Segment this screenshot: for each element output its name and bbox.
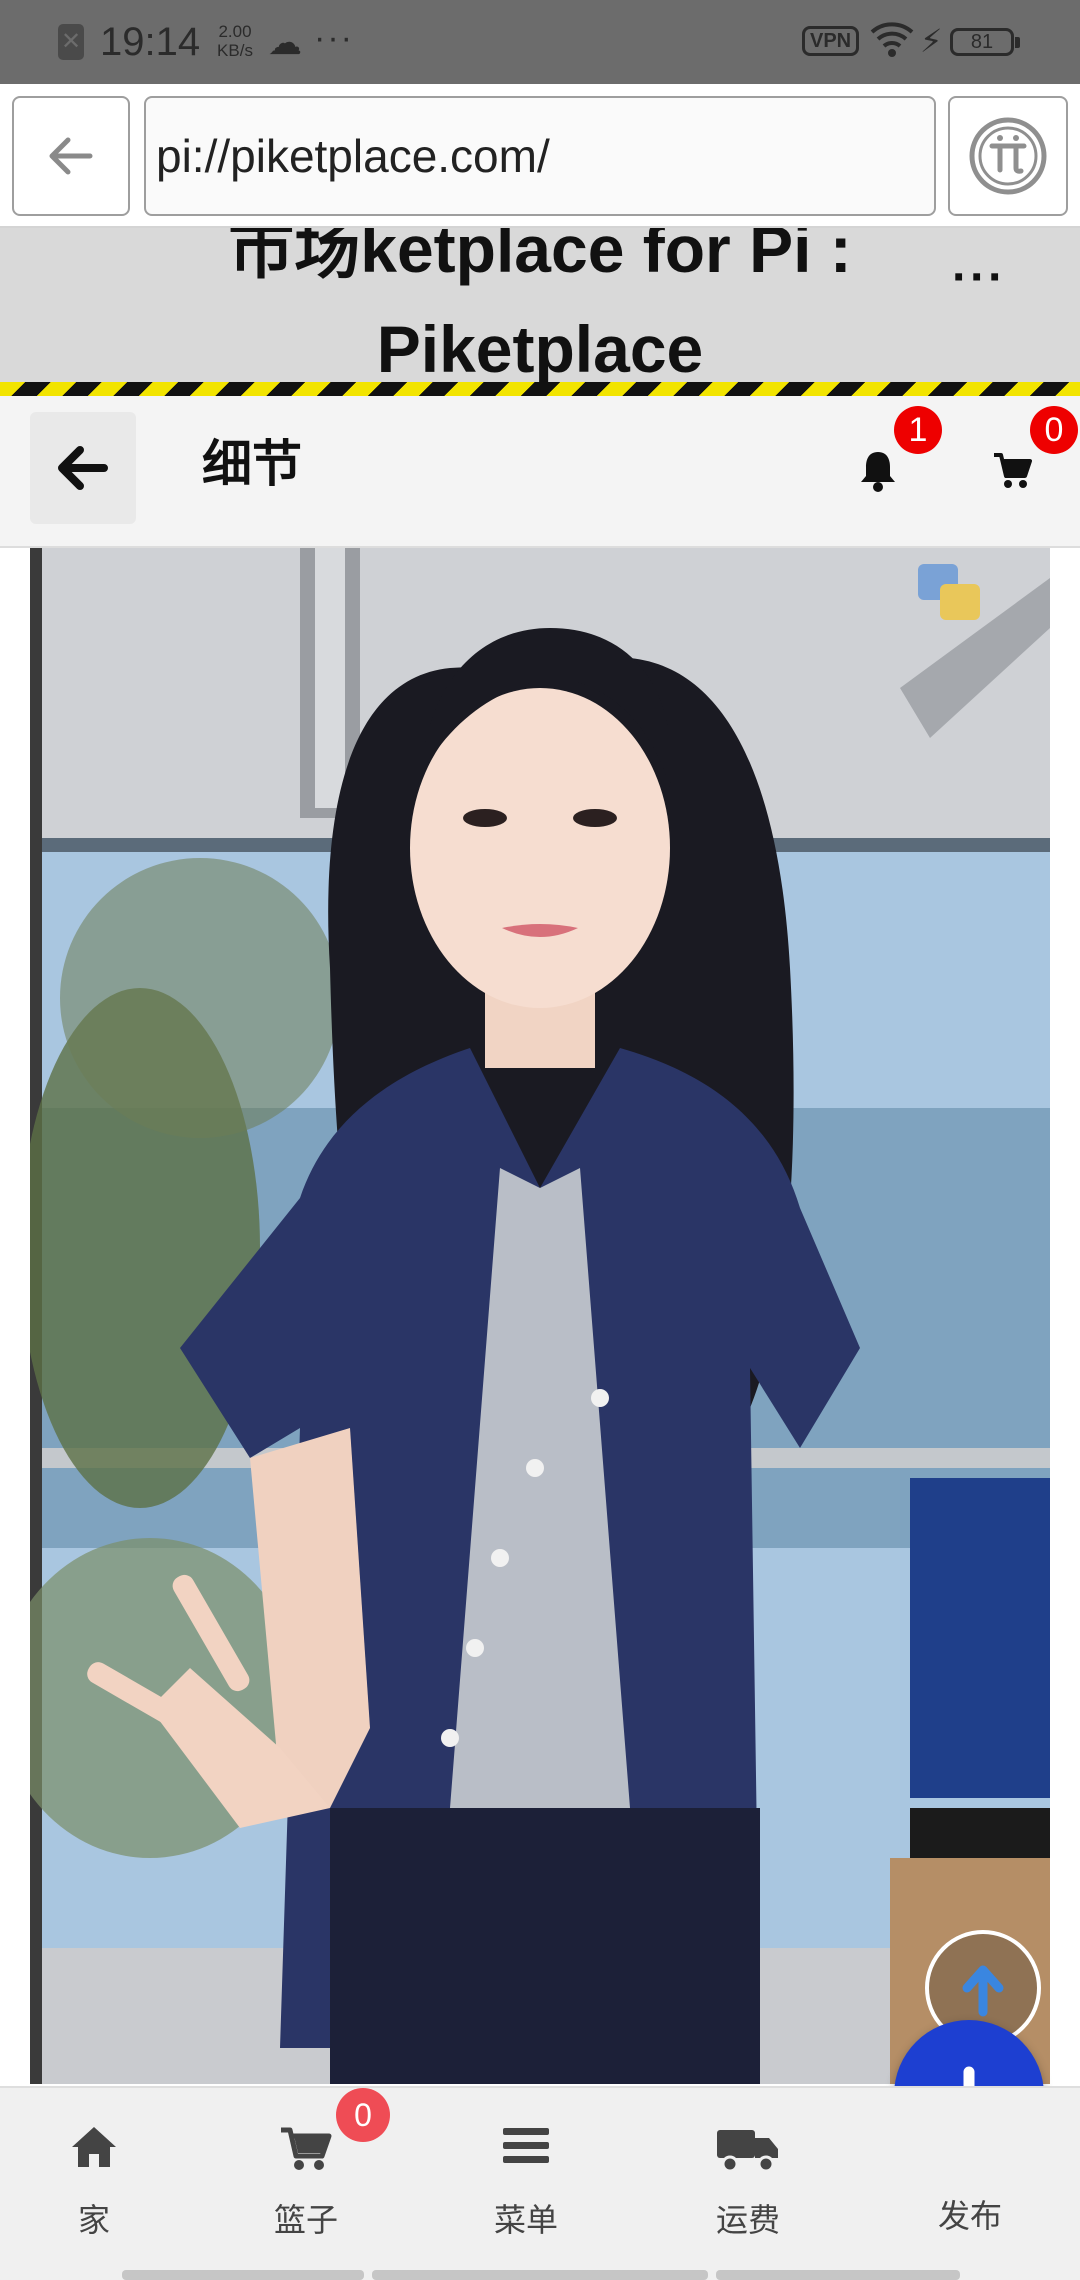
- cart-count-badge: 0: [1030, 406, 1078, 454]
- header-back-button[interactable]: [30, 412, 136, 524]
- page-title-line1: 市场ketplace for Pi :: [228, 228, 852, 286]
- page-title-banner: 市场ketplace for Pi : Piketplace ···: [0, 228, 1080, 382]
- basket-count-badge: 0: [336, 2088, 390, 2142]
- vpn-badge: VPN: [802, 26, 860, 56]
- menu-icon: [501, 2124, 551, 2173]
- notification-blocked-icon: ✕: [58, 24, 84, 60]
- nav-item-menu[interactable]: 菜单: [446, 2088, 606, 2264]
- browser-bar: pi://piketplace.com/: [0, 84, 1080, 228]
- status-time: 19:14: [100, 20, 201, 64]
- screen: ✕ 19:14 2.00 KB/s ☁ ··· VPN ⚡ 81 pi://pi…: [0, 0, 1080, 2280]
- pi-browser-button[interactable]: [948, 96, 1068, 216]
- product-photo[interactable]: [30, 548, 1050, 2084]
- nav-label-basket: 篮子: [273, 2202, 338, 2238]
- bell-icon[interactable]: [858, 448, 898, 497]
- nav-label-shipping: 运费: [715, 2202, 780, 2238]
- network-speed-unit: KB/s: [217, 41, 253, 60]
- header-title: 细节: [202, 436, 302, 492]
- back-arrow-icon: [58, 446, 108, 490]
- notification-count-badge: 1: [894, 406, 942, 454]
- app-header: 细节 1 0: [0, 396, 1080, 548]
- wifi-icon: [870, 20, 914, 65]
- truck-icon: [715, 2124, 781, 2179]
- home-indicator-segment: [122, 2270, 364, 2280]
- status-more-indicator: ···: [314, 19, 354, 57]
- network-speed: 2.00 KB/s: [210, 22, 260, 60]
- status-bar: ✕ 19:14 2.00 KB/s ☁ ··· VPN ⚡ 81: [0, 0, 1080, 84]
- network-speed-value: 2.00: [218, 22, 252, 41]
- home-indicator-segment: [716, 2270, 960, 2280]
- home-icon: [69, 2124, 119, 2175]
- page-more-button[interactable]: ···: [952, 254, 1006, 302]
- nav-item-home[interactable]: 家: [14, 2088, 174, 2264]
- nav-label-menu: 菜单: [493, 2202, 558, 2238]
- page-title-line2: Piketplace: [376, 312, 704, 382]
- cart-icon: [279, 2124, 333, 2177]
- cart-icon[interactable]: [992, 450, 1032, 495]
- nav-item-shipping[interactable]: 运费: [668, 2088, 828, 2264]
- nav-item-publish[interactable]: 发布: [890, 2088, 1050, 2264]
- bottom-nav: 家 篮子 菜单 运费 发布: [0, 2086, 1080, 2280]
- battery-icon: 81: [950, 28, 1020, 56]
- url-input[interactable]: pi://piketplace.com/: [144, 96, 936, 216]
- nav-label-publish: 发布: [937, 2198, 1002, 2234]
- nav-label-home: 家: [77, 2202, 110, 2238]
- charging-icon: ⚡: [920, 23, 943, 59]
- browser-back-button[interactable]: [12, 96, 130, 216]
- cloud-icon: ☁: [268, 24, 302, 62]
- home-indicator-segment: [372, 2270, 708, 2280]
- pi-logo-icon: [969, 117, 1047, 195]
- back-arrow-icon: [49, 137, 93, 175]
- hazard-stripe-divider: [0, 382, 1080, 396]
